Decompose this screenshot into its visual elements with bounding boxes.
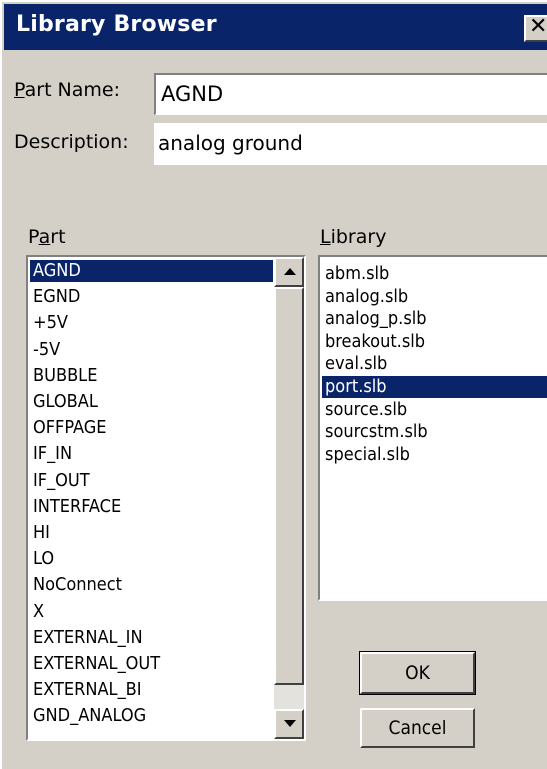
part-name-label-rest: art Name: xyxy=(24,79,121,101)
library-listbox[interactable]: abm.slb analog.slb analog_p.slb breakout.sl… xyxy=(318,255,547,601)
library-label-mnemonic: L xyxy=(320,226,331,248)
list-item[interactable]: LO xyxy=(30,548,273,570)
part-label-mnemonic: a xyxy=(38,226,51,248)
list-item[interactable]: analog.slb xyxy=(322,286,547,308)
list-item[interactable]: EGND xyxy=(30,286,273,308)
part-label: Part xyxy=(28,226,66,248)
window-title: Library Browser xyxy=(16,12,217,37)
title-bar[interactable]: Library Browser ✕ xyxy=(4,4,547,50)
list-item[interactable]: HI xyxy=(30,522,273,544)
list-item[interactable]: +5V xyxy=(30,312,273,334)
part-label-rest: rt xyxy=(50,226,66,248)
list-item[interactable]: IF_OUT xyxy=(30,470,273,492)
list-item[interactable]: EXTERNAL_IN xyxy=(30,627,273,649)
list-item[interactable]: OFFPAGE xyxy=(30,417,273,439)
list-item[interactable]: breakout.slb xyxy=(322,331,547,353)
list-item[interactable]: BUBBLE xyxy=(30,365,273,387)
list-item[interactable]: INTERFACE xyxy=(30,496,273,518)
description-value: analog ground xyxy=(158,131,303,155)
list-item[interactable]: special.slb xyxy=(322,444,547,466)
part-name-label: Part Name: xyxy=(14,79,120,101)
list-item[interactable]: GND_ANALOG xyxy=(30,705,273,727)
library-browser-dialog: Library Browser ✕ Part Name: AGND Descri… xyxy=(0,0,547,769)
list-item[interactable]: EXTERNAL_BI xyxy=(30,679,273,701)
arrow-up-icon xyxy=(284,268,296,275)
library-label-rest: ibrary xyxy=(330,226,387,248)
list-item[interactable]: eval.slb xyxy=(322,353,547,375)
arrow-down-icon xyxy=(284,720,296,727)
list-item[interactable]: X xyxy=(30,601,273,623)
list-item[interactable]: source.slb xyxy=(322,399,547,421)
library-label: Library xyxy=(320,226,386,248)
part-name-label-mnemonic: P xyxy=(14,79,25,101)
description-field: analog ground xyxy=(154,123,547,165)
list-item[interactable]: EXTERNAL_OUT xyxy=(30,653,273,675)
part-list-scrollbar[interactable] xyxy=(274,257,304,739)
cancel-button[interactable]: Cancel xyxy=(360,708,475,748)
part-listbox[interactable]: AGND EGND +5V -5V BUBBLE GLOBAL OFFPAGE IF_IN IF… xyxy=(26,255,306,741)
list-item[interactable]: abm.slb xyxy=(322,263,547,285)
list-item[interactable]: -5V xyxy=(30,339,273,361)
list-item[interactable]: AGND xyxy=(30,260,273,282)
list-item[interactable]: NoConnect xyxy=(30,574,273,596)
description-label: Description: xyxy=(14,131,129,153)
list-item[interactable]: sourcstm.slb xyxy=(322,421,547,443)
part-label-start: P xyxy=(28,226,39,248)
scrollbar-thumb[interactable] xyxy=(274,287,304,685)
ok-button[interactable]: OK xyxy=(359,651,476,695)
scroll-down-button[interactable] xyxy=(274,709,304,739)
list-item[interactable]: IF_IN xyxy=(30,443,273,465)
list-item[interactable]: analog_p.slb xyxy=(322,308,547,330)
list-item[interactable]: port.slb xyxy=(322,376,547,398)
close-icon: ✕ xyxy=(529,14,547,39)
close-button[interactable]: ✕ xyxy=(524,14,547,42)
scroll-up-button[interactable] xyxy=(274,257,304,287)
part-name-input[interactable]: AGND xyxy=(154,73,547,115)
part-name-value: AGND xyxy=(161,82,224,106)
list-item[interactable]: GLOBAL xyxy=(30,391,273,413)
